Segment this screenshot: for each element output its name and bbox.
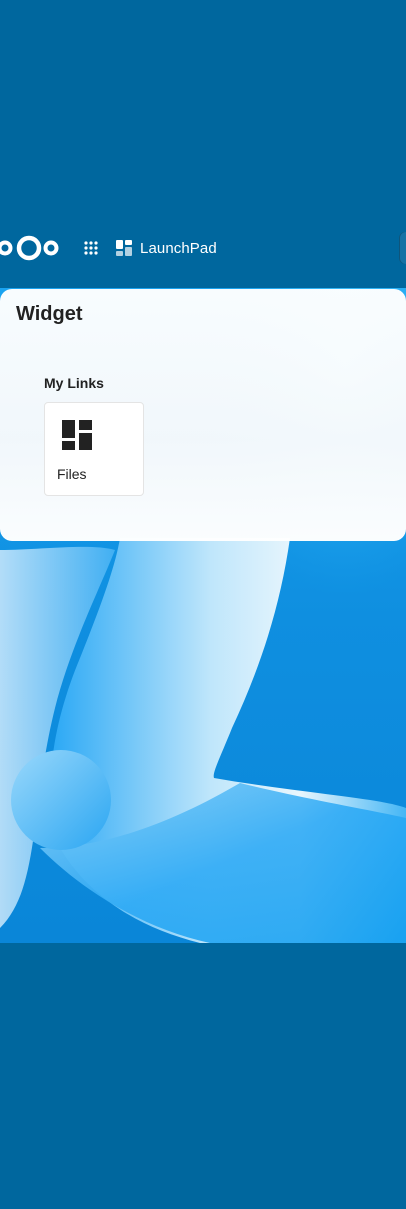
- launchpad-app-link[interactable]: LaunchPad: [116, 236, 217, 260]
- widget-title: Widget: [16, 303, 83, 325]
- app-header: LaunchPad: [0, 228, 406, 268]
- dashboard-icon: [62, 420, 92, 450]
- page: LaunchPad Widget My Links Files: [0, 0, 406, 1209]
- apps-menu-button[interactable]: [78, 236, 104, 260]
- my-links-heading: My Links: [44, 375, 104, 391]
- widget-panel: Widget My Links Files: [0, 289, 406, 541]
- apps-grid-icon: [84, 241, 98, 255]
- dashboard-icon: [116, 240, 132, 256]
- header-right-button[interactable]: [399, 232, 406, 264]
- link-card-files[interactable]: Files: [44, 402, 144, 496]
- nextcloud-logo-icon[interactable]: [0, 234, 60, 262]
- link-card-label: Files: [57, 466, 87, 482]
- launchpad-app-label: LaunchPad: [140, 239, 217, 257]
